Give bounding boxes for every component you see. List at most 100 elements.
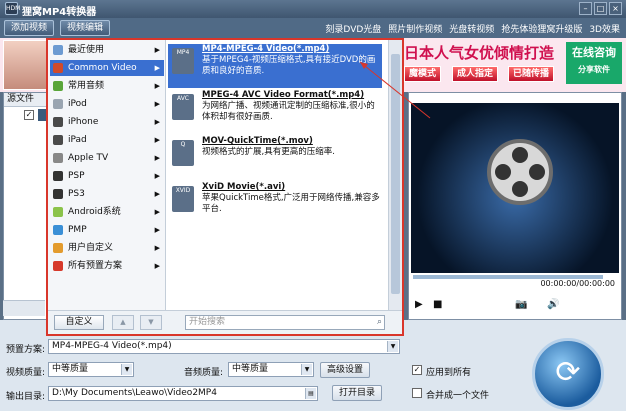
play-button[interactable]: ▶ [415, 299, 423, 310]
search-icon[interactable]: ⌕ [377, 316, 382, 329]
chevron-right-icon: ▶ [154, 118, 160, 126]
link-burn-dvd[interactable]: 刻录DVD光盘 [325, 22, 381, 35]
format-item[interactable]: MP4 MP4-MPEG-4 Video(*.mp4) 基于MPEG4-视频压缩格式… [168, 44, 382, 88]
format-description: 苹果QuickTime格式,广泛用于网络传播,兼容多平台. [202, 193, 380, 214]
pmp-icon [53, 225, 63, 235]
category-item[interactable]: iPhone ▶ [50, 114, 164, 130]
scrollbar-thumb[interactable] [391, 54, 400, 294]
chevron-down-icon: ▼ [121, 364, 132, 375]
ps3-icon [53, 189, 63, 199]
move-up-button[interactable]: ▲ [112, 315, 134, 330]
category-item[interactable]: PS3 ▶ [50, 186, 164, 202]
output-label: 输出目录: [6, 392, 46, 402]
toolbar: 添加视频 视频编辑 刻录DVD光盘 照片制作视频 光盘转视频 抢先体验狸窝升级版… [0, 18, 626, 38]
open-directory-button[interactable]: 打开目录 [332, 385, 383, 401]
category-item[interactable]: 用户自定义 ▶ [50, 240, 164, 256]
category-label: 用户自定义 [68, 243, 114, 253]
category-item[interactable]: PMP ▶ [50, 222, 164, 238]
apply-all-label: 应用到所有 [426, 368, 472, 378]
banner-chip[interactable]: 已随传播 [508, 66, 555, 82]
ipad-icon [53, 135, 63, 145]
category-item[interactable]: PSP ▶ [50, 168, 164, 184]
category-item[interactable]: 常用音频 ▶ [50, 78, 164, 94]
apply-all-checkbox[interactable]: ✓ [412, 365, 422, 375]
format-scrollbar[interactable] [388, 40, 402, 310]
link-upgrade[interactable]: 抢先体验狸窝升级版 [501, 22, 582, 35]
online-consult-button[interactable]: 在线咨询 分享软件 [566, 42, 622, 84]
chevron-right-icon: ▶ [154, 172, 160, 180]
chevron-down-icon: ▼ [301, 364, 312, 375]
category-label: PSP [68, 171, 85, 181]
category-list: 最近使用 ▶ Common Video ▶ 常用音频 ▶ iPod ▶ iPhone ▶ iPad ▶… [48, 40, 166, 310]
category-label: iPod [68, 99, 87, 109]
category-item[interactable]: Apple TV ▶ [50, 150, 164, 166]
preset-icon [53, 261, 63, 271]
snapshot-icon[interactable]: 📷 [515, 299, 527, 310]
format-description: 为网络广播、视频通讯定制的压缩标准,很小的体积却有很好画质. [202, 101, 375, 122]
category-item[interactable]: iPad ▶ [50, 132, 164, 148]
search-placeholder: 开始搜索 [189, 317, 226, 327]
category-label: iPad [68, 135, 87, 145]
format-item[interactable]: AVC MPEG-4 AVC Video Format(*.mp4) 为网络广播、视… [168, 90, 382, 134]
maximize-button[interactable]: □ [594, 2, 607, 15]
format-item[interactable]: XVID XviD Movie(*.avi) 苹果QuickTime格式,广泛用于网… [168, 182, 382, 226]
share-label: 分享软件 [578, 65, 610, 74]
stop-button[interactable]: ■ [433, 299, 442, 310]
move-down-button[interactable]: ▼ [140, 315, 162, 330]
avatar [3, 40, 47, 90]
category-item[interactable]: iPod ▶ [50, 96, 164, 112]
source-checkbox[interactable]: ✓ [24, 110, 34, 120]
output-path-field[interactable]: D:\My Documents\Leawo\Video2MP4 ▤ [48, 386, 318, 401]
convert-button[interactable]: ⟳ [532, 338, 604, 410]
format-title: MPEG-4 AVC Video Format(*.mp4) [202, 90, 365, 100]
preset-label: 预置方案: [6, 345, 46, 355]
video-quality-select[interactable]: 中等质量 ▼ [48, 362, 134, 377]
film-icon [53, 63, 63, 73]
merge-checkbox[interactable] [412, 388, 422, 398]
add-video-button[interactable]: 添加视频 [4, 20, 55, 36]
banner-chip[interactable]: 魔模式 [404, 66, 442, 82]
link-disc-to-video[interactable]: 光盘转视频 [449, 22, 494, 35]
preview-screen [411, 103, 619, 273]
category-label: 所有预置方案 [68, 261, 123, 271]
edit-video-button[interactable]: 视频编辑 [60, 20, 111, 36]
folder-icon[interactable]: ▤ [305, 388, 316, 399]
format-title: MOV-QuickTime(*.mov) [202, 136, 313, 146]
merge-label: 合并成一个文件 [426, 391, 490, 401]
link-3d[interactable]: 3D效果 [589, 22, 620, 35]
category-item[interactable]: Common Video ▶ [50, 60, 164, 76]
output-path: D:\My Documents\Leawo\Video2MP4 [52, 388, 217, 398]
category-label: Apple TV [68, 153, 109, 163]
film-reel-icon [487, 139, 553, 205]
format-description: 视频格式的扩展,具有更高的压缩率. [202, 147, 335, 157]
category-item[interactable]: Android系统 ▶ [50, 204, 164, 220]
preset-select[interactable]: MP4-MPEG-4 Video(*.mp4) ▼ [48, 339, 400, 354]
iphone-icon [53, 117, 63, 127]
chevron-right-icon: ▶ [154, 82, 160, 90]
format-list: MP4 MP4-MPEG-4 Video(*.mp4) 基于MPEG4-视频压缩格式… [168, 40, 382, 310]
link-photo-video[interactable]: 照片制作视频 [388, 22, 442, 35]
preview-panel: 00:00:00/00:00:00 ▶ ■ 📷 🔊 [408, 92, 622, 320]
category-item[interactable]: 所有预置方案 ▶ [50, 258, 164, 274]
advanced-settings-button[interactable]: 高级设置 [320, 362, 371, 378]
banner-chip[interactable]: 成人指定 [452, 66, 499, 82]
minimize-button[interactable]: – [579, 2, 592, 15]
audio-quality-select[interactable]: 中等质量 ▼ [228, 362, 314, 377]
close-button[interactable]: × [609, 2, 622, 15]
psp-icon [53, 171, 63, 181]
volume-icon[interactable]: 🔊 [547, 299, 559, 310]
banner-headline: 日本人气女优倾情打造 [404, 44, 555, 62]
format-title: XviD Movie(*.avi) [202, 182, 286, 192]
category-item[interactable]: 最近使用 ▶ [50, 42, 164, 58]
category-label: iPhone [68, 117, 99, 127]
popup-bottom-bar: 自定义 ▲ ▼ 开始搜索 ⌕ [48, 310, 402, 334]
consult-label: 在线咨询 [572, 46, 616, 59]
avc-icon: AVC [172, 94, 194, 120]
format-description: 基于MPEG4-视频压缩格式,具有接近DVD的画质和良好的音质. [202, 55, 376, 76]
category-label: 最近使用 [68, 45, 105, 55]
format-item[interactable]: Q MOV-QuickTime(*.mov) 视频格式的扩展,具有更高的压缩率. [168, 136, 382, 180]
app-title: 狸窝MP4转换器 [22, 7, 97, 18]
search-input[interactable]: 开始搜索 ⌕ [185, 315, 385, 330]
custom-button[interactable]: 自定义 [54, 315, 104, 330]
category-label: PMP [68, 225, 87, 235]
